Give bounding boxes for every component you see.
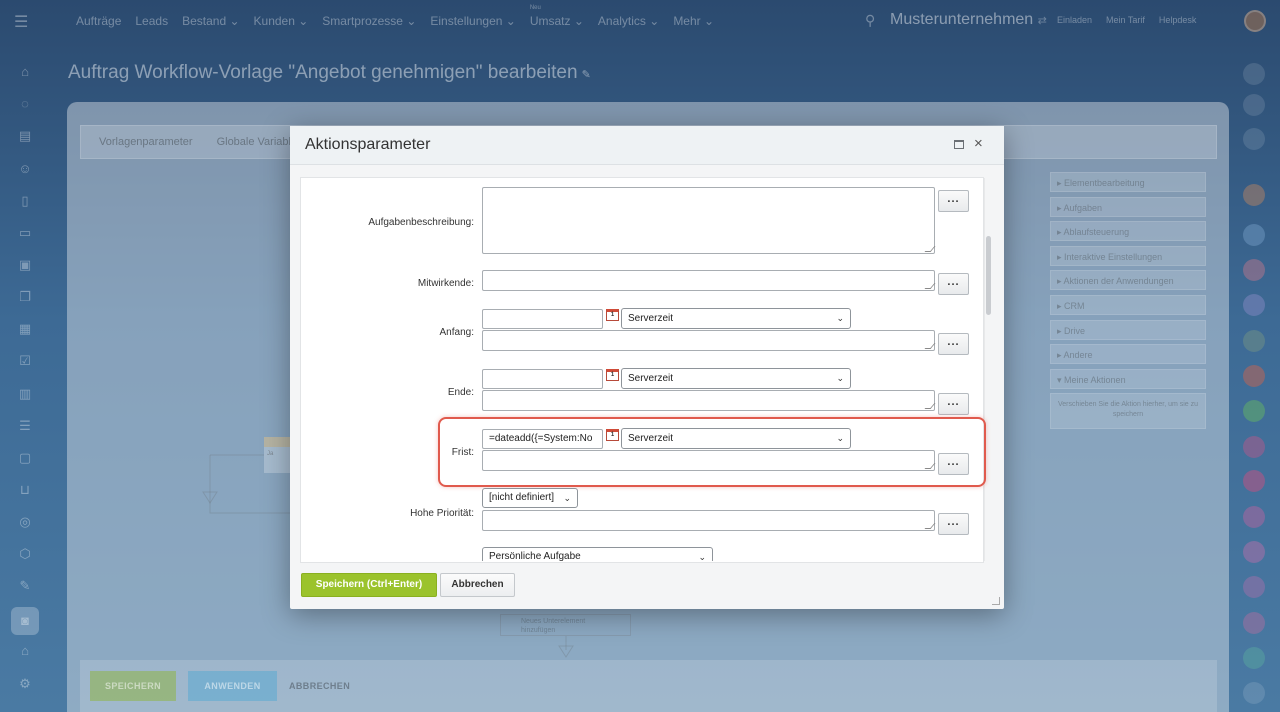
chevron-down-icon: ⌄ — [836, 373, 844, 383]
drop-hint: Verschieben Sie die Aktion hierher, um s… — [1050, 393, 1206, 430]
deadline-insert-button[interactable]: ... — [938, 453, 969, 475]
priority-insert-button[interactable]: ... — [938, 513, 969, 535]
start-insert-button[interactable]: ... — [938, 333, 969, 355]
end-label: Ende: — [447, 387, 474, 398]
chevron-down-icon: ⌄ — [563, 493, 571, 503]
end-expression-field[interactable] — [482, 390, 936, 411]
panel-item-crm[interactable]: ▸ CRM — [1050, 294, 1206, 315]
save-button[interactable]: SPEICHERN — [90, 671, 176, 701]
dialog-resize-handle[interactable] — [992, 597, 1000, 605]
resize-handle[interactable] — [924, 246, 936, 252]
deadline-timezone-select[interactable]: Serverzeit ⌄ — [621, 428, 851, 449]
workflow-branch-yes[interactable]: Ja — [264, 437, 290, 473]
panel-item-app-actions[interactable]: ▸ Aktionen der Anwendungen — [1050, 270, 1206, 291]
dialog-header: Aktionsparameter × — [290, 126, 1004, 165]
close-icon[interactable]: × — [974, 135, 983, 153]
calendar-icon[interactable]: 1 — [606, 429, 619, 441]
resize-handle[interactable] — [924, 343, 936, 349]
description-insert-button[interactable]: ... — [938, 190, 969, 212]
add-subelement-box[interactable]: Neues Unterelement hinzufügen — [500, 614, 631, 636]
description-label: Aufgabenbeschreibung: — [368, 217, 474, 228]
task-type-clip: Persönliche Aufgabe ⌄ — [301, 545, 984, 561]
maximize-icon[interactable] — [954, 140, 964, 149]
priority-label: Hohe Priorität: — [410, 508, 474, 519]
start-timezone-select[interactable]: Serverzeit ⌄ — [621, 308, 851, 329]
panel-item-drive[interactable]: ▸ Drive — [1050, 319, 1206, 340]
resize-handle[interactable] — [924, 283, 936, 289]
resize-handle[interactable] — [924, 523, 936, 529]
chevron-down-icon: ⌄ — [836, 313, 844, 323]
scrollbar-thumb[interactable] — [986, 236, 991, 315]
participants-field[interactable] — [482, 270, 936, 291]
priority-select[interactable]: [nicht definiert] ⌄ — [482, 488, 578, 508]
calendar-icon[interactable]: 1 — [606, 369, 619, 381]
chevron-down-icon: ⌄ — [698, 552, 706, 561]
dialog-save-button[interactable]: Speichern (Ctrl+Enter) — [301, 573, 437, 597]
priority-expression-field[interactable] — [482, 510, 936, 531]
panel-item-tasks[interactable]: ▸ Aufgaben — [1050, 196, 1206, 217]
resize-handle[interactable] — [924, 463, 936, 469]
apply-button[interactable]: ANWENDEN — [188, 671, 277, 701]
start-label: Anfang: — [439, 327, 474, 338]
chevron-down-icon: ⌄ — [836, 433, 844, 443]
dialog-title: Aktionsparameter — [305, 136, 431, 153]
task-type-select[interactable]: Persönliche Aufgabe ⌄ — [482, 547, 713, 561]
description-textarea[interactable] — [482, 187, 936, 254]
panel-item-element-editing[interactable]: ▸ Elementbearbeitung — [1050, 172, 1206, 192]
deadline-expression-field[interactable] — [482, 450, 936, 471]
dialog-cancel-button[interactable]: Abbrechen — [440, 573, 515, 597]
calendar-icon[interactable]: 1 — [606, 309, 619, 321]
panel-item-my-actions[interactable]: ▾ Meine Aktionen — [1050, 368, 1206, 389]
cancel-button[interactable]: ABBRECHEN — [289, 671, 350, 701]
panel-item-interactive[interactable]: ▸ Interaktive Einstellungen — [1050, 245, 1206, 266]
participants-insert-button[interactable]: ... — [938, 273, 969, 295]
resize-handle[interactable] — [924, 403, 936, 409]
activity-panel: ▸ Elementbearbeitung ▸ Aufgaben ▸ Ablauf… — [1050, 172, 1206, 434]
end-insert-button[interactable]: ... — [938, 393, 969, 415]
end-timezone-select[interactable]: Serverzeit ⌄ — [621, 368, 851, 389]
deadline-label: Frist: — [451, 447, 474, 458]
participants-label: Mitwirkende: — [417, 278, 474, 289]
start-date-input[interactable] — [482, 309, 603, 329]
deadline-date-input[interactable]: =dateadd({=System:No — [482, 429, 603, 449]
start-expression-field[interactable] — [482, 330, 936, 351]
panel-item-other[interactable]: ▸ Andere — [1050, 344, 1206, 365]
end-date-input[interactable] — [482, 369, 603, 389]
panel-item-flow-control[interactable]: ▸ Ablaufsteuerung — [1050, 221, 1206, 242]
